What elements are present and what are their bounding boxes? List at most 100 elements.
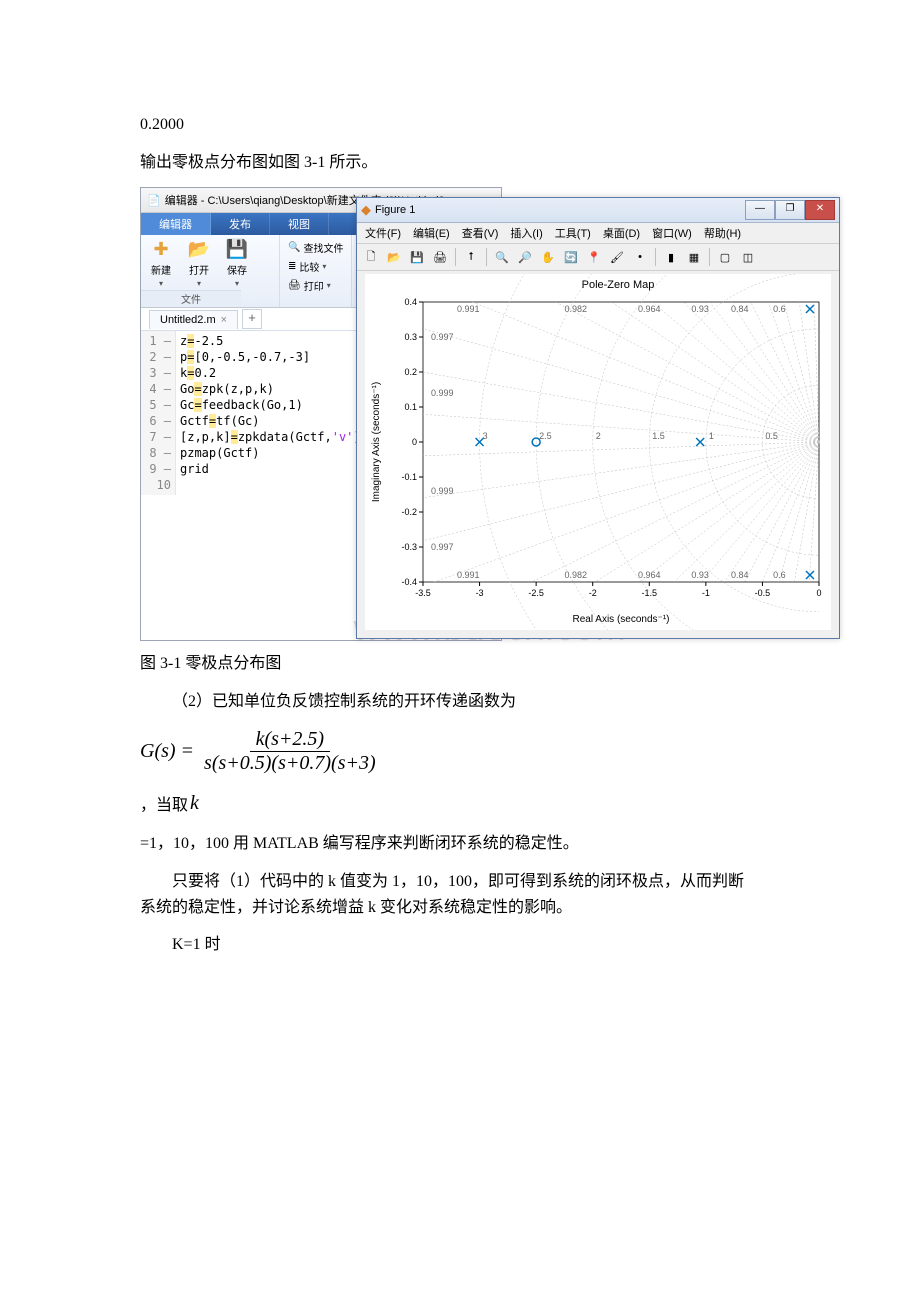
svg-text:0.1: 0.1 bbox=[404, 402, 417, 412]
formula-numerator: k(s+2.5) bbox=[250, 728, 330, 752]
formula-lhs: G(s) = bbox=[140, 740, 194, 763]
tb-link-icon[interactable]: • bbox=[630, 247, 650, 267]
code-line: [z,p,k]=zpkdata(Gctf,'v') bbox=[180, 429, 361, 445]
svg-text:Pole-Zero Map: Pole-Zero Map bbox=[582, 279, 655, 291]
ribbon-tab-view[interactable]: 视图 bbox=[270, 213, 329, 235]
print-button[interactable]: 🖨打印 ▾ bbox=[286, 277, 345, 294]
svg-text:2.5: 2.5 bbox=[539, 431, 552, 441]
svg-text:0.4: 0.4 bbox=[404, 297, 417, 307]
tb-legend-icon[interactable]: ▦ bbox=[684, 247, 704, 267]
question-2: （2）已知单位负反馈控制系统的开环传递函数为 bbox=[140, 689, 780, 715]
tb-colorbar-icon[interactable]: ▮ bbox=[661, 247, 681, 267]
svg-text:0.6: 0.6 bbox=[773, 570, 786, 580]
menu-help[interactable]: 帮助(H) bbox=[704, 225, 741, 241]
svg-text:-1: -1 bbox=[702, 588, 710, 598]
compare-label: 比较 bbox=[299, 259, 319, 274]
svg-text:0.6: 0.6 bbox=[773, 304, 786, 314]
tb-brush-icon[interactable]: 🖌 bbox=[607, 247, 627, 267]
matlab-screenshot: 📄 编辑器 - C:\Users\qiang\Desktop\新建文件夹 (2)… bbox=[140, 187, 840, 639]
svg-text:0.964: 0.964 bbox=[638, 304, 661, 314]
figure-menubar[interactable]: 文件(F) 编辑(E) 查看(V) 插入(I) 工具(T) 桌面(D) 窗口(W… bbox=[357, 223, 839, 244]
maximize-button[interactable]: ❐ bbox=[775, 200, 805, 220]
tb-dock-icon[interactable]: ◫ bbox=[738, 247, 758, 267]
intro-line: 输出零极点分布图如图 3-1 所示。 bbox=[140, 150, 780, 176]
menu-insert[interactable]: 插入(I) bbox=[510, 225, 542, 241]
svg-text:2: 2 bbox=[596, 431, 601, 441]
file-tab[interactable]: Untitled2.m × bbox=[149, 310, 238, 329]
tb-rotate-icon[interactable]: 🔄 bbox=[561, 247, 581, 267]
compare-button[interactable]: ≣比较 ▾ bbox=[286, 258, 345, 275]
find-icon: 🔍 bbox=[288, 242, 300, 253]
tb-datacursor-icon[interactable]: 📍 bbox=[584, 247, 604, 267]
code-line: z=-2.5 bbox=[180, 333, 361, 349]
svg-text:-3.5: -3.5 bbox=[415, 588, 431, 598]
find-files-button[interactable]: 🔍查找文件 bbox=[286, 239, 345, 256]
svg-text:-0.1: -0.1 bbox=[401, 472, 417, 482]
open-icon: 📂 bbox=[188, 239, 210, 260]
plot-area: Pole-Zero Map32.521.510.5-3.5-3-2.5-2-1.… bbox=[365, 274, 831, 630]
tb-pointer-icon[interactable]: ⭡ bbox=[461, 247, 481, 267]
add-tab-button[interactable]: + bbox=[242, 309, 262, 329]
menu-tools[interactable]: 工具(T) bbox=[555, 225, 591, 241]
svg-text:0.84: 0.84 bbox=[731, 570, 749, 580]
close-tab-icon[interactable]: × bbox=[221, 314, 227, 326]
svg-text:0: 0 bbox=[816, 588, 821, 598]
svg-text:-0.2: -0.2 bbox=[401, 507, 417, 517]
menu-desktop[interactable]: 桌面(D) bbox=[603, 225, 640, 241]
matlab-icon: ◆ bbox=[361, 202, 371, 218]
tb-zoomout-icon[interactable]: 🔎 bbox=[515, 247, 535, 267]
save-icon: 💾 bbox=[226, 239, 248, 260]
code-line: Gc=feedback(Go,1) bbox=[180, 397, 361, 413]
k-symbol: k bbox=[190, 792, 199, 815]
body-line-2b: 系统的稳定性，并讨论系统增益 k 变化对系统稳定性的影响。 bbox=[140, 895, 780, 921]
gutter: 1 –2 –3 –4 –5 – 6 –7 –8 –9 –10 bbox=[141, 331, 176, 495]
svg-text:-1.5: -1.5 bbox=[642, 588, 658, 598]
find-label: 查找文件 bbox=[303, 240, 343, 255]
menu-file[interactable]: 文件(F) bbox=[365, 225, 401, 241]
svg-text:Imaginary Axis (seconds⁻¹): Imaginary Axis (seconds⁻¹) bbox=[371, 382, 382, 502]
ribbon-tab-publish[interactable]: 发布 bbox=[211, 213, 270, 235]
tb-new-icon[interactable]: 🗋 bbox=[361, 247, 381, 267]
open-button[interactable]: 📂 打开 ▾ bbox=[183, 237, 215, 288]
code-content[interactable]: z=-2.5 p=[0,-0.5,-0.7,-3] k=0.2 Go=zpk(z… bbox=[176, 331, 365, 495]
svg-text:-0.3: -0.3 bbox=[401, 542, 417, 552]
tb-save-icon[interactable]: 💾 bbox=[407, 247, 427, 267]
new-button[interactable]: ✚ 新建 ▾ bbox=[145, 237, 177, 288]
code-line: Go=zpk(z,p,k) bbox=[180, 381, 361, 397]
menu-edit[interactable]: 编辑(E) bbox=[413, 225, 450, 241]
svg-text:0.999: 0.999 bbox=[431, 388, 454, 398]
svg-text:Real Axis (seconds⁻¹): Real Axis (seconds⁻¹) bbox=[573, 614, 670, 625]
compare-icon: ≣ bbox=[288, 261, 296, 272]
tb-pan-icon[interactable]: ✋ bbox=[538, 247, 558, 267]
window-controls: — ❐ ✕ bbox=[745, 200, 835, 220]
new-icon: ✚ bbox=[153, 239, 168, 260]
open-label: 打开 bbox=[189, 262, 209, 277]
svg-text:-0.5: -0.5 bbox=[755, 588, 771, 598]
value-line: 0.2000 bbox=[140, 112, 780, 138]
print-icon: 🖨 bbox=[288, 280, 301, 291]
figure-window: ◆ Figure 1 — ❐ ✕ 文件(F) 编辑(E) 查看(V) 插入(I)… bbox=[356, 197, 840, 639]
tb-print-icon[interactable]: 🖨 bbox=[430, 247, 450, 267]
minimize-button[interactable]: — bbox=[745, 200, 775, 220]
svg-text:0.997: 0.997 bbox=[431, 332, 454, 342]
ribbon-tab-editor[interactable]: 编辑器 bbox=[141, 213, 211, 235]
code-line: p=[0,-0.5,-0.7,-3] bbox=[180, 349, 361, 365]
save-button[interactable]: 💾 保存 ▾ bbox=[221, 237, 253, 288]
svg-text:0.997: 0.997 bbox=[431, 542, 454, 552]
svg-text:0.964: 0.964 bbox=[638, 570, 661, 580]
tb-open-icon[interactable]: 📂 bbox=[384, 247, 404, 267]
svg-text:0.2: 0.2 bbox=[404, 367, 417, 377]
svg-text:-0.4: -0.4 bbox=[401, 577, 417, 587]
svg-text:0.991: 0.991 bbox=[457, 570, 480, 580]
tb-zoomin-icon[interactable]: 🔍 bbox=[492, 247, 512, 267]
menu-view[interactable]: 查看(V) bbox=[462, 225, 499, 241]
close-button[interactable]: ✕ bbox=[805, 200, 835, 220]
tb-hide-icon[interactable]: ▢ bbox=[715, 247, 735, 267]
body-line-2a: 只要将（1）代码中的 k 值变为 1，10，100，即可得到系统的闭环极点，从而… bbox=[140, 869, 780, 895]
menu-window[interactable]: 窗口(W) bbox=[652, 225, 692, 241]
new-label: 新建 bbox=[151, 262, 171, 277]
svg-text:0.982: 0.982 bbox=[564, 304, 587, 314]
transfer-function: G(s) = k(s+2.5) s(s+0.5)(s+0.7)(s+3) bbox=[140, 728, 780, 775]
svg-text:1.5: 1.5 bbox=[652, 431, 665, 441]
svg-text:0.5: 0.5 bbox=[765, 431, 778, 441]
